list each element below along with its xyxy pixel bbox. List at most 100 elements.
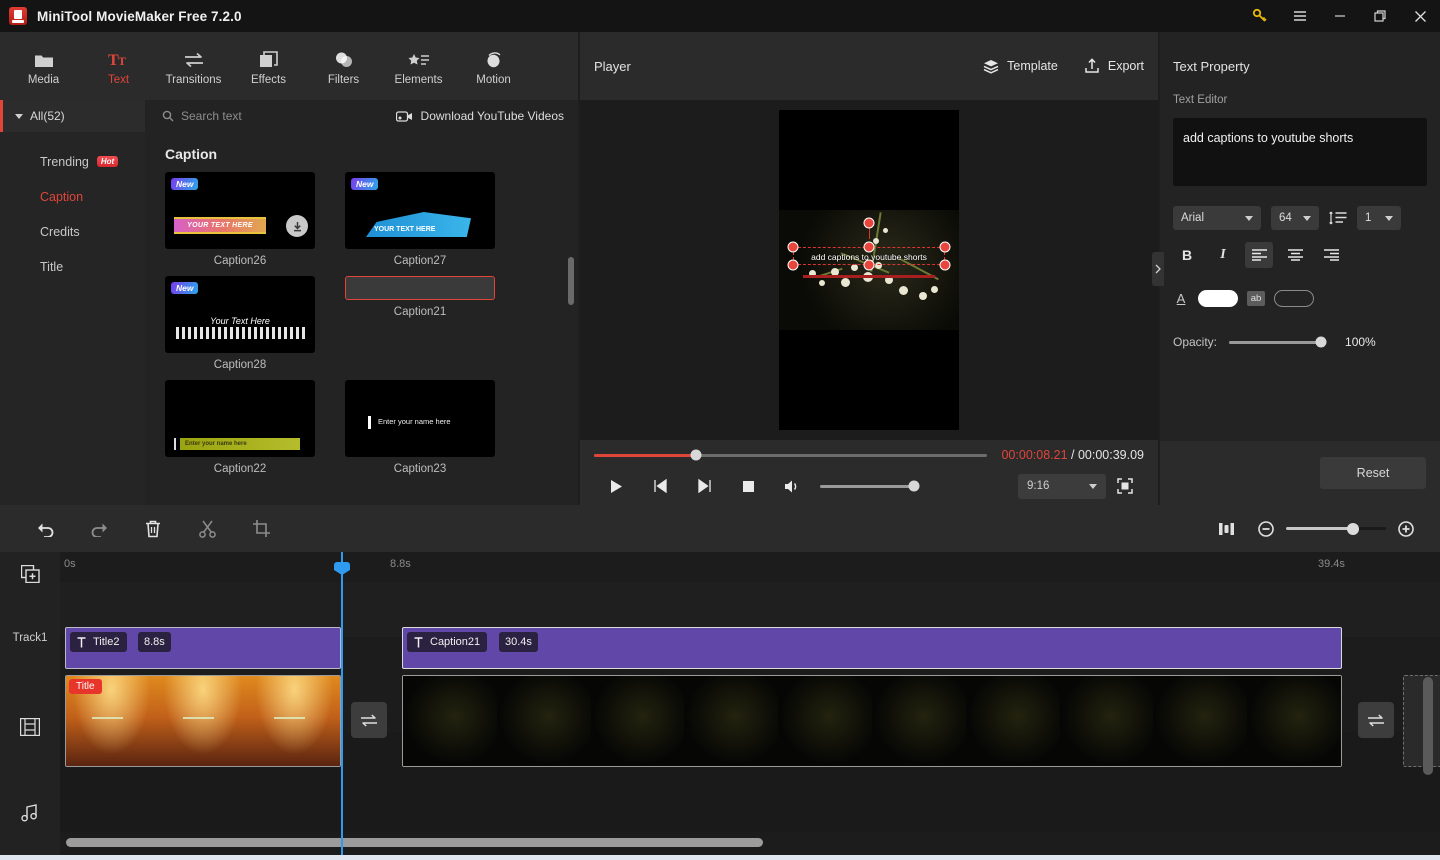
- zoom-in-button[interactable]: [1386, 509, 1426, 549]
- timeline-media-clip-title[interactable]: Title: [65, 675, 341, 767]
- resize-handle-bc[interactable]: [863, 259, 875, 271]
- timeline-zoom-slider[interactable]: [1286, 522, 1386, 535]
- timeline-clip-caption21[interactable]: Caption21 30.4s: [402, 627, 1342, 669]
- tool-transitions[interactable]: Transitions: [156, 33, 231, 99]
- text-clip-icon: [414, 636, 423, 648]
- template-item[interactable]: New Your Text Here Caption28: [165, 276, 315, 371]
- resize-handle-tr[interactable]: [939, 241, 951, 253]
- tool-motion[interactable]: Motion: [456, 33, 531, 99]
- next-frame-button[interactable]: [682, 473, 726, 499]
- opacity-knob[interactable]: [1315, 336, 1327, 348]
- resize-handle-tl[interactable]: [787, 241, 799, 253]
- zoom-out-button[interactable]: [1246, 509, 1286, 549]
- add-track-button[interactable]: [0, 552, 60, 595]
- zoom-knob[interactable]: [1347, 522, 1359, 535]
- undo-button[interactable]: [18, 509, 72, 549]
- template-thumbnail[interactable]: New YOUR TEXT HERE: [165, 172, 315, 249]
- maximize-button[interactable]: [1360, 0, 1400, 32]
- fit-timeline-icon[interactable]: [1206, 509, 1246, 549]
- bold-button[interactable]: B: [1173, 242, 1201, 268]
- volume-slider[interactable]: [820, 480, 920, 492]
- stop-button[interactable]: [726, 473, 770, 499]
- clip-name: Title2: [93, 636, 120, 648]
- category-title[interactable]: Title: [0, 249, 145, 284]
- playhead[interactable]: [334, 552, 350, 855]
- split-button[interactable]: [180, 509, 234, 549]
- category-label: Title: [40, 259, 64, 274]
- template-thumbnail[interactable]: Enter your name here: [165, 380, 315, 457]
- playback-progress-slider[interactable]: [594, 449, 988, 461]
- aspect-ratio-dropdown[interactable]: 9:16: [1018, 473, 1106, 499]
- template-item[interactable]: Enter your name here Caption22: [165, 380, 315, 475]
- key-icon[interactable]: [1240, 0, 1280, 32]
- volume-knob[interactable]: [908, 480, 920, 492]
- volume-icon[interactable]: [770, 473, 814, 499]
- template-item[interactable]: New YOUR TEXT HERE Caption26: [165, 172, 315, 267]
- align-left-button[interactable]: [1245, 242, 1273, 268]
- template-item[interactable]: Enter your name here Caption23: [345, 380, 495, 475]
- transition-slot-button-2[interactable]: [1358, 702, 1394, 738]
- outline-color-swatch[interactable]: [1274, 290, 1314, 307]
- all-filter-dropdown[interactable]: All(52): [0, 100, 145, 132]
- reset-button[interactable]: Reset: [1320, 457, 1426, 489]
- template-thumbnail[interactable]: New Your Text Here: [165, 276, 315, 353]
- transition-slot-button-1[interactable]: [351, 702, 387, 738]
- line-height-dropdown[interactable]: 1: [1357, 206, 1401, 230]
- category-trending[interactable]: Trending Hot: [0, 144, 145, 179]
- previous-frame-button[interactable]: [638, 473, 682, 499]
- opacity-slider[interactable]: [1229, 336, 1327, 348]
- download-youtube-button[interactable]: Download YouTube Videos: [395, 100, 578, 132]
- preview-canvas[interactable]: add captions to youtube shorts: [779, 110, 959, 430]
- tool-elements[interactable]: Elements: [381, 33, 456, 99]
- redo-button[interactable]: [72, 509, 126, 549]
- timeline-clip-title2[interactable]: Title2 8.8s: [65, 627, 341, 669]
- search-input[interactable]: Search text: [145, 100, 396, 132]
- timeline-media-clip-flower[interactable]: [402, 675, 1342, 767]
- timeline-horizontal-scrollbar[interactable]: [66, 838, 763, 847]
- hamburger-icon[interactable]: [1280, 0, 1320, 32]
- template-thumbnail-selected[interactable]: Enter your name here: [345, 276, 495, 300]
- resize-handle-tc[interactable]: [863, 241, 875, 253]
- italic-button[interactable]: I: [1209, 242, 1237, 268]
- export-button[interactable]: Export: [1084, 58, 1144, 74]
- download-icon[interactable]: [286, 215, 308, 237]
- category-caption[interactable]: Caption: [0, 179, 145, 214]
- delete-button[interactable]: [126, 509, 180, 549]
- tool-filters[interactable]: Filters: [306, 33, 381, 99]
- library-body: Trending Hot Caption Credits Title Capti…: [0, 132, 578, 505]
- play-button[interactable]: [594, 473, 638, 499]
- tool-media[interactable]: Media: [6, 33, 81, 99]
- video-track-icon: [0, 680, 60, 773]
- fullscreen-button[interactable]: [1106, 473, 1144, 499]
- tool-effects[interactable]: Effects: [231, 33, 306, 99]
- tool-text[interactable]: TT Text: [81, 33, 156, 99]
- category-credits[interactable]: Credits: [0, 214, 145, 249]
- library-scrollbar[interactable]: [568, 257, 574, 305]
- resize-handle-bl[interactable]: [787, 259, 799, 271]
- text-editor-input[interactable]: [1173, 118, 1427, 186]
- template-item[interactable]: Enter your name here Caption21: [345, 276, 495, 371]
- text-icon: TT: [108, 47, 130, 69]
- template-item[interactable]: New YOUR TEXT HERE Caption27: [345, 172, 495, 267]
- font-size-dropdown[interactable]: 64: [1271, 206, 1319, 230]
- minimize-button[interactable]: [1320, 0, 1360, 32]
- media-drop-zone[interactable]: [1403, 675, 1440, 767]
- align-center-button[interactable]: [1281, 242, 1309, 268]
- timeline-vertical-scrollbar[interactable]: [1423, 677, 1433, 775]
- progress-knob[interactable]: [690, 449, 702, 461]
- crop-button[interactable]: [234, 509, 288, 549]
- close-button[interactable]: [1400, 0, 1440, 32]
- total-time: 00:00:39.09: [1077, 448, 1144, 462]
- align-right-button[interactable]: [1317, 242, 1345, 268]
- template-button[interactable]: Template: [983, 58, 1058, 74]
- rotate-handle[interactable]: [863, 217, 875, 229]
- timeline-toolbar: [0, 505, 1440, 552]
- preview-text: Your Text Here: [210, 316, 270, 326]
- resize-handle-br[interactable]: [939, 259, 951, 271]
- template-thumbnail[interactable]: Enter your name here: [345, 380, 495, 457]
- timeline-ruler[interactable]: 0s 8.8s 39.4s: [60, 552, 1440, 582]
- font-color-swatch[interactable]: [1198, 290, 1238, 307]
- font-family-dropdown[interactable]: Arial: [1173, 206, 1261, 230]
- template-thumbnail[interactable]: New YOUR TEXT HERE: [345, 172, 495, 249]
- panel-collapse-toggle[interactable]: [1152, 252, 1164, 286]
